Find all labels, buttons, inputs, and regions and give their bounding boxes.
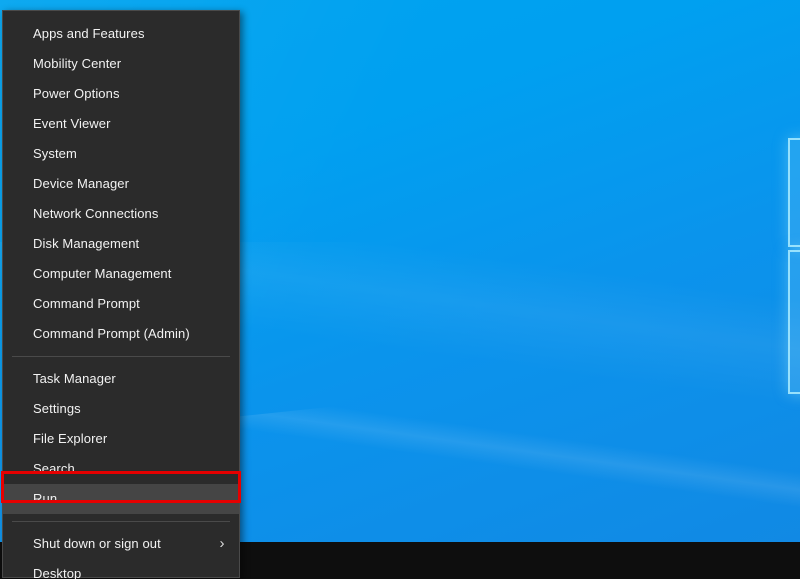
windows-logo-pane-top-icon xyxy=(788,138,800,247)
win-x-context-menu[interactable]: Apps and Features Mobility Center Power Op… xyxy=(2,10,240,579)
menu-item-search[interactable]: Search xyxy=(3,454,239,484)
menu-item-disk-management[interactable]: Disk Management xyxy=(3,229,239,259)
menu-item-label: Apps and Features xyxy=(33,26,145,41)
menu-item-label: Command Prompt (Admin) xyxy=(33,326,190,341)
menu-item-label: Device Manager xyxy=(33,176,130,191)
menu-item-label: Task Manager xyxy=(33,371,116,386)
menu-item-label: Settings xyxy=(33,401,81,416)
menu-item-label: Event Viewer xyxy=(33,116,111,131)
menu-item-file-explorer[interactable]: File Explorer xyxy=(3,424,239,454)
menu-item-label: Command Prompt xyxy=(33,296,140,311)
menu-item-device-manager[interactable]: Device Manager xyxy=(3,169,239,199)
menu-item-label: Disk Management xyxy=(33,236,140,251)
menu-separator xyxy=(12,356,230,357)
menu-item-label: Power Options xyxy=(33,86,120,101)
menu-item-command-prompt[interactable]: Command Prompt xyxy=(3,289,239,319)
context-menu-items-container: Apps and Features Mobility Center Power Op… xyxy=(3,19,239,579)
menu-separator xyxy=(12,521,230,522)
menu-item-label: File Explorer xyxy=(33,431,108,446)
menu-item-label: Search xyxy=(33,461,75,476)
menu-item-network-connections[interactable]: Network Connections xyxy=(3,199,239,229)
windows-logo-pane-bottom-icon xyxy=(788,250,800,394)
menu-item-power-options[interactable]: Power Options xyxy=(3,79,239,109)
menu-item-system[interactable]: System xyxy=(3,139,239,169)
menu-item-event-viewer[interactable]: Event Viewer xyxy=(3,109,239,139)
menu-item-label: Mobility Center xyxy=(33,56,122,71)
menu-item-label: System xyxy=(33,146,77,161)
menu-item-shut-down-or-sign-out[interactable]: Shut down or sign out › xyxy=(3,529,239,559)
menu-item-label: Shut down or sign out xyxy=(33,536,161,551)
menu-item-mobility-center[interactable]: Mobility Center xyxy=(3,49,239,79)
menu-item-label: Run xyxy=(33,491,58,506)
screen: Apps and Features Mobility Center Power Op… xyxy=(0,0,800,579)
menu-item-command-prompt-admin[interactable]: Command Prompt (Admin) xyxy=(3,319,239,349)
menu-item-label: Desktop xyxy=(33,566,82,579)
chevron-right-icon: › xyxy=(219,535,225,552)
wallpaper-light-streak xyxy=(227,352,800,542)
menu-item-settings[interactable]: Settings xyxy=(3,394,239,424)
menu-item-label: Computer Management xyxy=(33,266,172,281)
menu-item-desktop[interactable]: Desktop xyxy=(3,559,239,579)
menu-item-computer-management[interactable]: Computer Management xyxy=(3,259,239,289)
menu-item-apps-and-features[interactable]: Apps and Features xyxy=(3,19,239,49)
menu-item-label: Network Connections xyxy=(33,206,159,221)
menu-item-run[interactable]: Run xyxy=(3,484,239,514)
menu-item-task-manager[interactable]: Task Manager xyxy=(3,364,239,394)
